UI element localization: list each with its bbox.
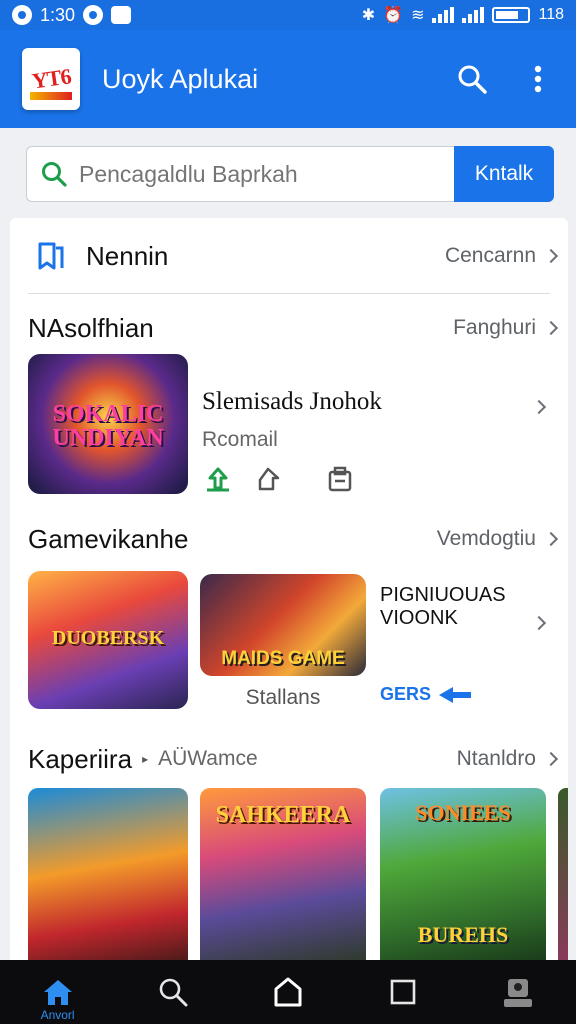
kaperiira-more-label: Ntanldro [456,747,536,770]
games-more-label: Vemdogtiu [436,527,536,550]
arrow-icon [439,686,472,703]
games-title: Gamevikanhe [28,523,189,554]
nav-recents[interactable] [346,960,461,1024]
battery-icon [492,7,531,23]
kaperiira-tile-3-text-2: BUREHS [417,922,509,947]
kaperiira-title: Kaperiira [28,743,133,774]
kaperiira-header: Kaperiira ▸ AÜWamce Ntanldro [28,741,559,777]
app-notification-icon [83,5,104,25]
search-icon [159,978,188,1007]
chevron-right-icon [543,248,559,264]
app-logo-text: YT6 [30,63,72,94]
featured-header: NAsolfhian Fanghuri [28,310,559,346]
caret-icon: ▸ [142,752,149,766]
featured-more[interactable]: Fanghuri [453,316,559,340]
kaperiira-tile-2[interactable]: SAHKEERA [200,788,366,962]
bottom-nav: Anvorl [0,960,576,1024]
games-side-text[interactable]: PIGNIUOUAS VIOONK [380,584,510,630]
games-more[interactable]: Vemdogtiu [436,527,559,551]
chevron-right-icon [543,320,559,336]
chevron-right-icon [543,531,559,547]
signal-icon [432,7,455,23]
kaperiira-tile-3-text: SONIEES [415,800,511,825]
wifi-icon: ≋ [411,7,425,24]
bookmark-icon [38,242,64,270]
game-tile-1[interactable]: DUOBERSK [28,571,188,709]
nav-apps[interactable] [230,960,345,1024]
nav-search[interactable] [115,960,230,1024]
search-field[interactable] [26,146,454,202]
profile-icon [504,979,533,1007]
install-icon[interactable] [204,466,232,492]
games-side-link-label: GERS [380,684,432,704]
home-outline-icon [274,977,302,1007]
kaperiira-tile-2-text: SAHKEERA [215,802,351,828]
search-icon[interactable] [456,63,488,95]
featured-art-text: SOKALIC UNDIYAN [52,401,164,451]
battery-level: 118 [538,6,564,23]
featured-app-art[interactable]: SOKALIC UNDIYAN [28,354,188,494]
divider [28,293,550,294]
nav-home[interactable]: Anvorl [0,960,115,1024]
nav-home-label: Anvorl [40,1008,75,1022]
status-bar: 1:30 ✱ ⏰ ≋ 118 [0,0,576,30]
more-vert-icon[interactable] [522,63,554,95]
featured-actions [204,466,354,492]
game-tile-2-caption: Stallans [245,686,321,709]
featured-title: NAsolfhian [28,312,154,343]
featured-more-label: Fanghuri [453,316,536,339]
nennin-more-label: Cencarnn [444,244,536,267]
share-icon[interactable] [254,466,282,492]
save-icon[interactable] [326,466,354,492]
kaperiira-tile-1[interactable] [28,788,188,962]
chevron-right-icon[interactable] [531,399,547,415]
featured-app-subtitle: Rcomail [202,428,278,451]
chevron-right-icon[interactable] [531,615,547,631]
signal-icon-2 [462,7,485,23]
nennin-row[interactable]: Nennin Cencarnn [28,238,559,274]
search-button[interactable]: Kntalk [454,146,554,202]
games-side-link[interactable]: GERS [380,684,473,705]
app-title: Uoyk Aplukai [102,63,259,94]
featured-app-name[interactable]: Slemisads Jnohok [202,388,382,416]
game-tile-1-text: DUOBERSK [51,627,165,649]
games-header: Gamevikanhe Vemdogtiu [28,521,559,557]
notification-icon [12,5,32,25]
home-icon [43,980,72,1005]
message-icon [111,6,132,24]
nennin-more[interactable]: Cencarnn [444,244,559,268]
square-icon [390,979,416,1005]
alarm-icon: ⏰ [383,7,404,24]
kaperiira-subtitle: AÜWamce [158,747,258,770]
content-card: Nennin Cencarnn NAsolfhian Fanghuri SOKA… [10,218,568,978]
nennin-title: Nennin [86,240,169,271]
search-icon [42,162,67,187]
nav-profile[interactable] [461,960,576,1024]
search-input[interactable] [79,160,439,188]
app-logo: YT6 [22,48,80,110]
bluetooth-icon: ✱ [361,7,376,24]
search-bar: Kntalk [26,146,554,202]
status-time: 1:30 [40,4,76,25]
game-tile-2[interactable]: MAIDS GAME [200,574,366,676]
kaperiira-more[interactable]: Ntanldro [456,747,559,771]
app-bar: YT6 Uoyk Aplukai [0,30,576,128]
game-tile-2-text: MAIDS GAME [221,648,345,669]
kaperiira-tile-3[interactable]: SONIEES BUREHS [380,788,546,962]
chevron-right-icon [543,751,559,767]
kaperiira-tile-peek [558,788,568,962]
